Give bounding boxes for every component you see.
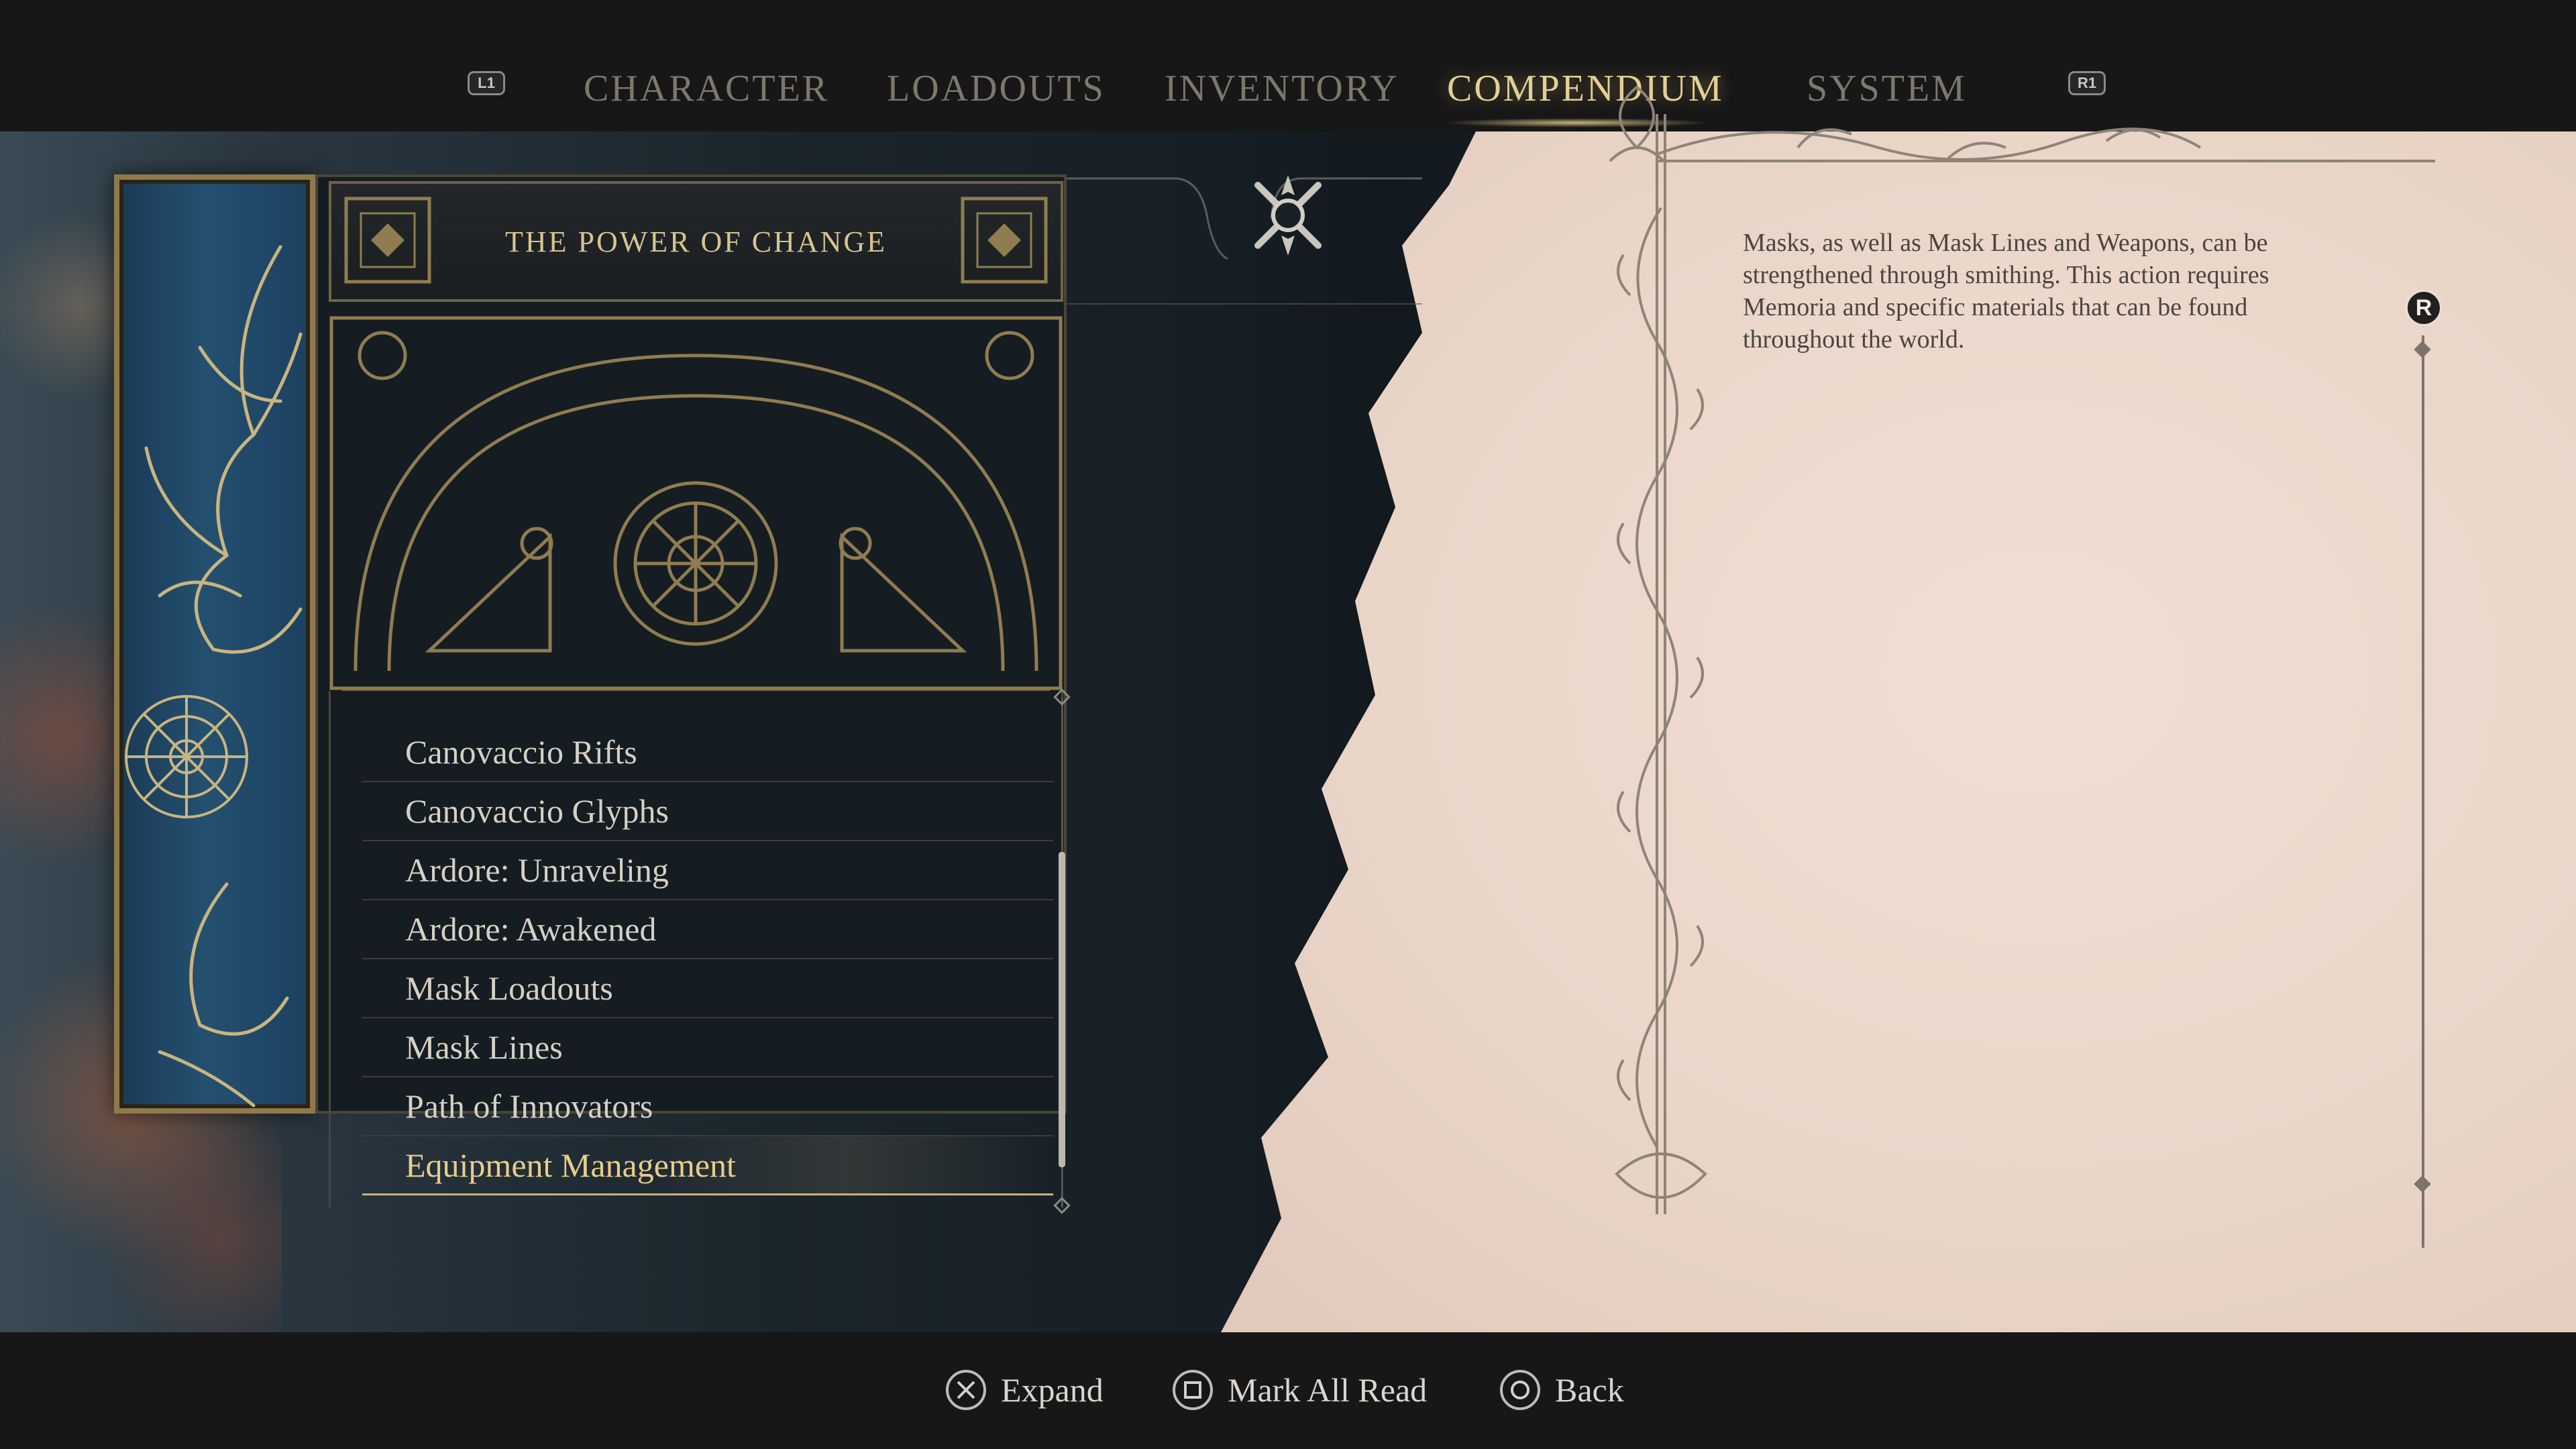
right-stick-scroll-button[interactable]: R <box>2406 290 2442 326</box>
tab-character[interactable]: CHARACTER <box>584 67 829 110</box>
chapter-title: THE POWER OF CHANGE <box>504 225 888 258</box>
book-spine <box>114 174 315 1114</box>
tab-loadouts[interactable]: LOADOUTS <box>887 67 1106 110</box>
corner-ornament-right-icon <box>961 197 1048 284</box>
chapter-header: THE POWER OF CHANGE <box>329 181 1063 302</box>
tab-inventory[interactable]: INVENTORY <box>1165 67 1399 110</box>
list-item[interactable]: Path of Innovators <box>362 1077 1053 1136</box>
square-button-icon <box>1173 1370 1213 1410</box>
list-item[interactable]: Mask Loadouts <box>362 959 1053 1018</box>
description-scroll-rail[interactable] <box>2422 335 2424 1248</box>
spine-tree-ornament <box>125 245 303 1108</box>
back-label: Back <box>1555 1371 1624 1409</box>
expand-label: Expand <box>1001 1371 1104 1409</box>
l1-shoulder-button[interactable]: L1 <box>468 71 505 95</box>
list-item[interactable]: Canovaccio Rifts <box>362 723 1053 782</box>
expand-button[interactable]: Expand <box>946 1368 1104 1411</box>
compendium-crest-icon <box>1254 175 1322 256</box>
list-item[interactable]: Mask Lines <box>362 1018 1053 1077</box>
cross-button-icon <box>946 1370 986 1410</box>
crest-frame-ornament <box>1006 177 1422 260</box>
entry-description: Masks, as well as Mask Lines and Weapons… <box>1743 229 2269 354</box>
list-item-selected[interactable]: Equipment Management <box>362 1136 1053 1195</box>
circle-button-icon <box>1500 1370 1540 1410</box>
list-scrollbar-thumb[interactable] <box>1059 852 1065 1167</box>
vine-border-ornament <box>1615 114 1707 1214</box>
entry-list: Canovaccio Rifts Canovaccio Glyphs Ardor… <box>362 723 1053 1195</box>
mark-all-read-label: Mark All Read <box>1228 1371 1428 1409</box>
list-item[interactable]: Ardore: Unraveling <box>362 841 1053 900</box>
mark-all-read-button[interactable]: Mark All Read <box>1173 1368 1427 1411</box>
arch-rose-window-ornament <box>329 316 1063 691</box>
list-item[interactable]: Ardore: Awakened <box>362 900 1053 959</box>
back-button[interactable]: Back <box>1500 1368 1624 1411</box>
list-item[interactable]: Canovaccio Glyphs <box>362 782 1053 841</box>
